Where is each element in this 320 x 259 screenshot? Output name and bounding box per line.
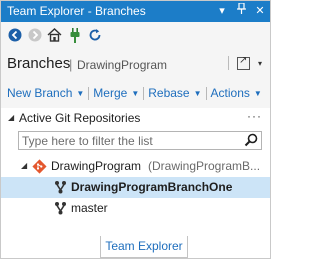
rebase-label: Rebase: [148, 86, 190, 100]
repository-row[interactable]: ◢ DrawingProgram (DrawingProgramB...: [1, 156, 270, 177]
merge-label: Merge: [93, 86, 128, 100]
rebase-button[interactable]: Rebase ▼: [148, 86, 201, 100]
page-title: Branches: [7, 55, 71, 72]
title-bar: Team Explorer - Branches ▾ ✕: [1, 1, 270, 22]
header-divider: [227, 56, 229, 70]
header-separator: |: [69, 57, 73, 72]
more-options-icon[interactable]: ···: [247, 109, 262, 123]
team-explorer-window: Team Explorer - Branches ▾ ✕ Branches | …: [0, 0, 271, 259]
header-icons: ▾: [227, 55, 262, 70]
new-branch-button[interactable]: New Branch ▼: [7, 86, 84, 100]
git-repo-icon: [32, 159, 47, 177]
branch-icon: [54, 201, 67, 218]
branch-actions: New Branch ▼ Merge ▼ Rebase ▼ Actions ▼: [1, 78, 270, 108]
close-icon[interactable]: ✕: [254, 1, 266, 22]
filter-input[interactable]: [22, 133, 237, 148]
chevron-down-icon: ▼: [253, 88, 262, 98]
filter-box[interactable]: [18, 131, 262, 150]
home-icon[interactable]: [46, 26, 63, 44]
branch-name: master: [71, 201, 108, 215]
action-divider: [205, 86, 207, 100]
toolbar: [1, 22, 270, 48]
chevron-down-icon: ▼: [193, 88, 202, 98]
tab-team-explorer[interactable]: Team Explorer: [100, 236, 188, 258]
refresh-icon[interactable]: [86, 26, 103, 44]
search-icon[interactable]: [244, 133, 258, 152]
repository-path: (DrawingProgramB...: [148, 159, 261, 173]
actions-label: Actions: [210, 86, 250, 100]
repository-context: DrawingProgram: [77, 58, 168, 72]
open-in-window-icon[interactable]: [236, 55, 250, 70]
branch-row[interactable]: master: [1, 198, 270, 219]
page-header: Branches | DrawingProgram ▾: [1, 48, 270, 78]
action-divider: [143, 86, 145, 100]
section-title: Active Git Repositories: [19, 111, 141, 125]
branch-name: DrawingProgramBranchOne: [71, 180, 233, 194]
forward-icon[interactable]: [26, 26, 43, 44]
repository-name: DrawingProgram: [51, 159, 142, 173]
new-branch-label: New Branch: [7, 86, 73, 100]
merge-button[interactable]: Merge ▼: [93, 86, 139, 100]
actions-button[interactable]: Actions ▼: [211, 86, 262, 100]
branch-icon: [54, 180, 67, 197]
dropdown-icon[interactable]: ▾: [216, 1, 228, 22]
back-icon[interactable]: [6, 26, 23, 44]
expand-triangle-icon[interactable]: ◢: [21, 161, 27, 170]
pin-icon[interactable]: [235, 1, 247, 22]
branch-row-current[interactable]: DrawingProgramBranchOne: [1, 177, 270, 198]
header-dropdown-icon[interactable]: ▾: [258, 59, 262, 68]
action-divider: [88, 86, 90, 100]
chevron-down-icon: ▼: [131, 88, 140, 98]
chevron-down-icon: ▼: [76, 88, 85, 98]
collapse-triangle-icon[interactable]: ◢: [8, 113, 14, 122]
connect-plug-icon[interactable]: [66, 26, 83, 44]
active-repositories-section[interactable]: ◢ Active Git Repositories ···: [1, 109, 270, 129]
title-bar-icons: ▾ ✕: [216, 1, 266, 22]
window-title: Team Explorer - Branches: [7, 4, 146, 18]
